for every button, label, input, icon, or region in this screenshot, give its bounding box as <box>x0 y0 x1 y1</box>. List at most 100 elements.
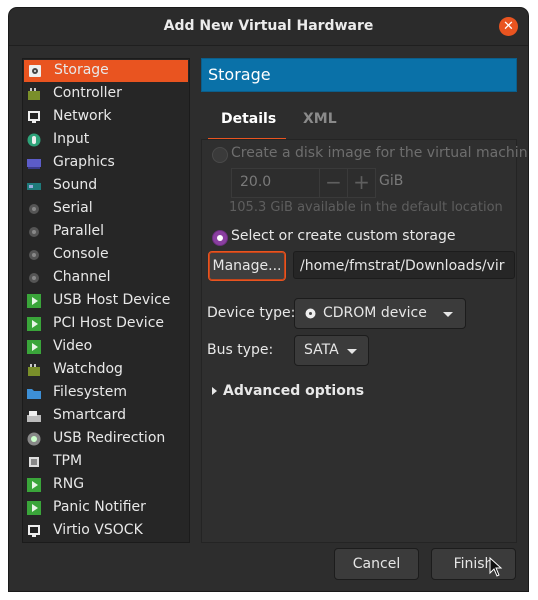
sidebar-item-label: Smartcard <box>53 407 127 423</box>
sound-icon <box>27 183 41 190</box>
sidebar-item-label: Watchdog <box>53 361 123 377</box>
create-disk-label: Create a disk image for the virtual mach… <box>231 145 528 161</box>
cancel-button[interactable]: Cancel <box>334 548 419 580</box>
disk-size-spinner[interactable]: 20.0 − + <box>231 168 376 198</box>
controller-icon <box>28 88 40 100</box>
sidebar-item-label: PCI Host Device <box>53 315 165 331</box>
section-title: Storage <box>208 65 271 84</box>
sidebar-item-label: Console <box>53 246 109 262</box>
sidebar-item-label: Sound <box>53 177 98 193</box>
sidebar-item-label: Graphics <box>53 154 115 170</box>
tab-bar: Details XML <box>208 108 515 141</box>
pci-host-icon <box>27 317 41 331</box>
finish-button[interactable]: Finish <box>431 548 516 580</box>
panic-notifier-icon <box>27 501 41 515</box>
sidebar-item-label: TPM <box>53 453 83 469</box>
sidebar-item-watchdog[interactable]: Watchdog <box>23 359 189 381</box>
video-icon <box>27 340 41 354</box>
sidebar-item-label: RNG <box>53 476 85 492</box>
finish-button-label: Finish <box>453 556 494 572</box>
close-icon[interactable]: ✕ <box>499 17 518 36</box>
usb-host-icon <box>27 294 41 308</box>
sidebar-item-smartcard[interactable]: Smartcard <box>23 405 189 427</box>
input-icon <box>27 133 41 147</box>
sidebar-item-channel[interactable]: Channel <box>23 267 189 289</box>
increment-button[interactable]: + <box>347 169 375 197</box>
custom-storage-radio[interactable] <box>212 230 228 246</box>
filesystem-icon <box>27 389 41 399</box>
console-icon <box>29 250 39 260</box>
advanced-options-expander[interactable]: Advanced options <box>212 383 365 403</box>
sidebar-item-label: USB Redirection <box>53 430 166 446</box>
sidebar-item-storage[interactable]: Storage <box>24 60 188 82</box>
serial-icon <box>29 204 39 214</box>
sidebar-item-label: Panic Notifier <box>53 499 146 515</box>
device-type-dropdown[interactable]: CDROM device <box>294 298 466 329</box>
section-header: Storage <box>201 58 517 92</box>
titlebar: Add New Virtual Hardware ✕ <box>9 8 528 46</box>
sidebar-item-label: Channel <box>53 269 111 285</box>
sidebar-item-parallel[interactable]: Parallel <box>23 221 189 243</box>
available-space-text: 105.3 GiB available in the default locat… <box>229 200 503 215</box>
tab-label: XML <box>303 111 337 127</box>
manage-button-label: Manage... <box>212 258 282 274</box>
window-title: Add New Virtual Hardware <box>163 18 374 34</box>
device-type-value: CDROM device <box>323 305 427 321</box>
hardware-list: Storage Controller Network Input Graphic… <box>22 58 190 543</box>
cancel-button-label: Cancel <box>352 556 401 572</box>
sidebar-item-console[interactable]: Console <box>23 244 189 266</box>
bus-type-value: SATA <box>304 342 339 358</box>
network-icon <box>28 111 40 123</box>
sidebar-item-rng[interactable]: RNG <box>23 474 189 496</box>
sidebar-item-sound[interactable]: Sound <box>23 175 189 197</box>
manage-button[interactable]: Manage... <box>208 251 286 281</box>
mouse-cursor-icon <box>489 557 503 577</box>
bus-type-dropdown[interactable]: SATA <box>294 335 369 366</box>
sidebar-item-network[interactable]: Network <box>23 106 189 128</box>
rng-icon <box>27 478 41 492</box>
sidebar-item-usb-host-device[interactable]: USB Host Device <box>23 290 189 312</box>
sidebar-item-panic-notifier[interactable]: Panic Notifier <box>23 497 189 519</box>
watchdog-icon <box>28 364 40 376</box>
sidebar-item-controller[interactable]: Controller <box>23 83 189 105</box>
disk-size-value: 20.0 <box>240 174 272 190</box>
storage-path-input[interactable]: /home/fmstrat/Downloads/vir <box>293 251 515 279</box>
sidebar-item-input[interactable]: Input <box>23 129 189 151</box>
sidebar-item-label: Virtio VSOCK <box>53 522 143 538</box>
graphics-icon <box>27 159 41 169</box>
sidebar-item-pci-host-device[interactable]: PCI Host Device <box>23 313 189 335</box>
sidebar-item-label: Parallel <box>53 223 105 239</box>
sidebar-item-label: Input <box>53 131 90 147</box>
dialog-window: Add New Virtual Hardware ✕ Storage Contr… <box>9 8 528 591</box>
sidebar-item-label: Filesystem <box>53 384 128 400</box>
cdrom-icon <box>305 308 316 319</box>
sidebar-item-label: Network <box>53 108 112 124</box>
smartcard-icon <box>27 411 41 422</box>
tab-label: Details <box>221 111 277 127</box>
tab-details[interactable]: Details <box>208 108 286 141</box>
sidebar-item-tpm[interactable]: TPM <box>23 451 189 473</box>
bus-type-label: Bus type: <box>207 342 274 358</box>
sidebar-item-label: USB Host Device <box>53 292 171 308</box>
chevron-right-icon <box>212 387 217 395</box>
sidebar-item-video[interactable]: Video <box>23 336 189 358</box>
custom-storage-label: Select or create custom storage <box>231 228 456 244</box>
storage-icon <box>29 65 41 77</box>
parallel-icon <box>29 227 39 237</box>
sidebar-item-usb-redirection[interactable]: USB Redirection <box>23 428 189 450</box>
tab-xml[interactable]: XML <box>300 108 350 138</box>
device-type-label: Device type: <box>207 305 296 321</box>
sidebar-item-virtio-vsock[interactable]: Virtio VSOCK <box>23 520 189 542</box>
decrement-button[interactable]: − <box>319 169 347 197</box>
sidebar-item-label: Controller <box>53 85 122 101</box>
create-disk-radio[interactable] <box>212 147 228 163</box>
advanced-options-label: Advanced options <box>223 383 365 399</box>
sidebar-item-label: Video <box>53 338 93 354</box>
sidebar-item-graphics[interactable]: Graphics <box>23 152 189 174</box>
sidebar-item-label: Storage <box>54 62 109 78</box>
sidebar-item-filesystem[interactable]: Filesystem <box>23 382 189 404</box>
sidebar-item-serial[interactable]: Serial <box>23 198 189 220</box>
usb-redirection-icon <box>27 432 41 446</box>
storage-path-value: /home/fmstrat/Downloads/vir <box>300 258 505 274</box>
chevron-down-icon <box>347 349 357 354</box>
